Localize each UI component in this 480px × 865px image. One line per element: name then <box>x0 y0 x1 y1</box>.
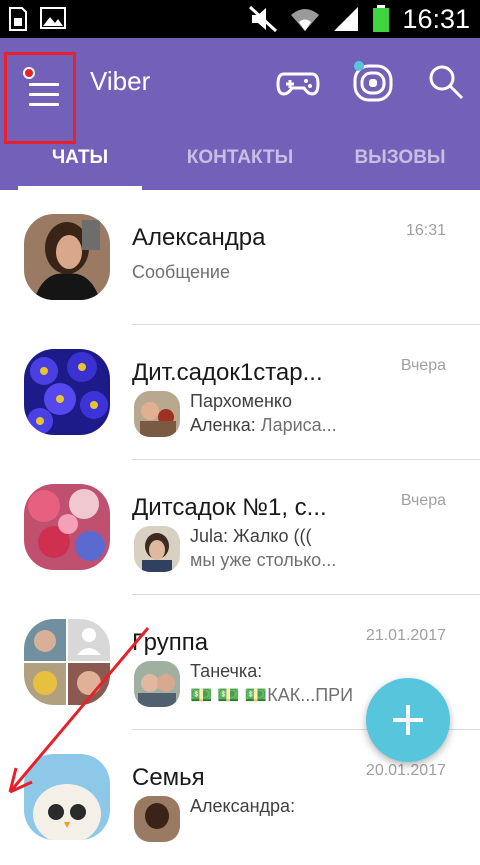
menu-button[interactable] <box>4 52 76 144</box>
tab-chats[interactable]: ЧАТЫ <box>0 138 160 190</box>
chat-name: Группа <box>132 629 209 656</box>
mute-icon <box>249 5 278 33</box>
status-time: 16:31 <box>402 4 470 34</box>
avatar <box>24 214 110 300</box>
gamepad-icon[interactable] <box>276 60 320 104</box>
chat-name: Александра <box>132 224 266 251</box>
chat-time: Вчера <box>400 492 446 509</box>
chat-time: 16:31 <box>405 222 446 239</box>
battery-icon <box>373 5 390 32</box>
chat-name: Семья <box>132 764 205 791</box>
chat-item[interactable]: Дит.садок1стар... Вчера Пархоменко Аленк… <box>0 325 480 460</box>
sender-avatar <box>134 796 180 842</box>
chat-time: Вчера <box>400 357 446 374</box>
chat-sender: Пархоменко <box>190 391 292 411</box>
chat-preview-line2: мы уже столько... <box>190 550 337 570</box>
chat-time: 21.01.2017 <box>365 627 446 644</box>
chat-preview-sender: Александра: <box>190 796 296 816</box>
chat-item[interactable]: Александра 16:31 Сообщение <box>0 190 480 325</box>
wifi-icon <box>291 9 320 31</box>
chat-preview-sender: Аленка: <box>190 415 256 435</box>
status-bar: 16:31 <box>0 0 480 38</box>
app-title: Viber <box>90 66 151 96</box>
avatar <box>24 349 110 435</box>
avatar <box>24 484 110 570</box>
chat-preview: Сообщение <box>132 262 230 282</box>
sender-avatar <box>134 661 180 707</box>
stickers-icon[interactable] <box>352 60 396 104</box>
chat-preview-text: 💵 💵 💵КАК...ПРИ <box>190 685 354 705</box>
tab-bar: ЧАТЫ КОНТАКТЫ ВЫЗОВЫ <box>0 138 480 190</box>
sender-avatar <box>134 391 180 437</box>
chat-preview-sender: Jula: <box>190 526 229 546</box>
chat-preview-text: Жалко ((( <box>228 526 312 546</box>
chat-time: 20.01.2017 <box>365 762 446 779</box>
app-bar: Viber ЧАТЫ КОНТАКТЫ ВЫЗОВЫ <box>0 38 480 190</box>
tab-calls[interactable]: ВЫЗОВЫ <box>320 138 480 190</box>
chat-preview-sender: Танечка: <box>190 661 263 681</box>
new-chat-button[interactable] <box>366 678 450 762</box>
notification-dot <box>23 67 35 79</box>
avatar <box>24 619 110 705</box>
signal-icon <box>334 7 359 31</box>
sender-avatar <box>134 526 180 572</box>
chat-preview-text: Лариса... <box>255 415 337 435</box>
chat-name: Дитсадок №1, с... <box>132 494 327 521</box>
search-icon[interactable] <box>424 60 468 104</box>
tab-contacts[interactable]: КОНТАКТЫ <box>160 138 320 190</box>
sim-icon <box>9 7 27 31</box>
chat-list: Александра 16:31 Сообщение Дит.садок1ста… <box>0 190 480 865</box>
chat-item[interactable]: Дитсадок №1, с... Вчера Jula: Жалко ((( … <box>0 460 480 595</box>
image-icon <box>40 7 66 29</box>
chat-preview: Аленка: Лариса... <box>190 415 337 436</box>
menu-icon <box>29 83 59 113</box>
avatar <box>24 754 110 840</box>
chat-preview: Jula: Жалко ((( <box>190 526 311 547</box>
chat-name: Дит.садок1стар... <box>132 359 323 386</box>
